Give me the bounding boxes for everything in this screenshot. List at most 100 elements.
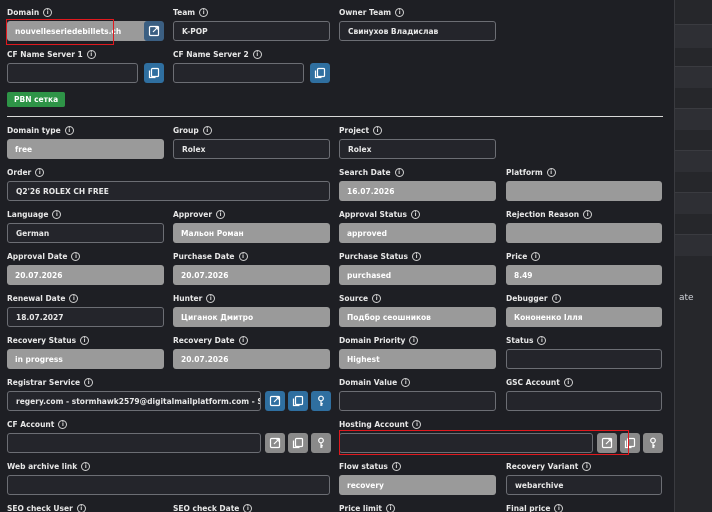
key-registrar-button[interactable] (311, 391, 331, 411)
info-icon[interactable]: i (35, 168, 45, 177)
debugger-field[interactable]: Кононенко Ілля (506, 307, 662, 327)
open-domain-button[interactable] (144, 21, 164, 41)
info-icon[interactable]: i (531, 252, 541, 261)
info-icon[interactable]: i (80, 336, 90, 345)
table-row[interactable] (675, 192, 712, 214)
info-icon[interactable]: i (81, 462, 91, 471)
hunter-field[interactable]: Циганок Дмитро (173, 307, 330, 327)
domain-label: Domain i (7, 8, 53, 17)
pbn-badge[interactable]: PBN сетка (7, 92, 66, 107)
project-field[interactable]: Rolex (339, 139, 496, 159)
info-icon[interactable]: i (391, 462, 401, 471)
key-hosting-button[interactable] (643, 433, 663, 453)
info-icon[interactable]: i (401, 378, 411, 387)
domain-value-field[interactable] (339, 391, 496, 411)
group-field[interactable]: Rolex (173, 139, 330, 159)
info-icon[interactable]: i (411, 252, 421, 261)
approval-date-label: Approval Date i (7, 252, 81, 261)
info-icon[interactable]: i (69, 294, 79, 303)
table-row[interactable] (675, 24, 712, 48)
table-row[interactable] (675, 234, 712, 256)
section-divider (7, 116, 663, 117)
info-icon[interactable]: i (199, 8, 209, 17)
info-icon[interactable]: i (202, 126, 212, 135)
purchase-status-field[interactable]: purchased (339, 265, 496, 285)
purchase-date-field[interactable]: 20.07.2026 (173, 265, 330, 285)
copy-ns2-button[interactable] (310, 63, 330, 83)
info-icon[interactable]: i (58, 420, 68, 429)
info-icon[interactable]: i (372, 294, 382, 303)
recovery-variant-label: Recovery Variant i (506, 462, 592, 471)
registrar-service-field[interactable]: regery.com - stormhawk2579@digitalmailpl… (7, 391, 261, 411)
background-table-panel: ate (674, 0, 712, 512)
info-icon[interactable]: i (86, 50, 96, 59)
status-label: Status i (506, 336, 547, 345)
info-icon[interactable]: i (373, 126, 383, 135)
recovery-variant-field[interactable]: webarchive (506, 475, 662, 495)
order-field[interactable]: Q2'26 ROLEX CH FREE (7, 181, 330, 201)
info-icon[interactable]: i (206, 294, 216, 303)
platform-label: Platform i (506, 168, 556, 177)
copy-cf-account-button[interactable] (288, 433, 308, 453)
team-field[interactable]: K-POP (173, 21, 330, 41)
status-field[interactable] (506, 349, 662, 369)
domain-priority-field[interactable]: Highest (339, 349, 496, 369)
open-cf-account-button[interactable] (265, 433, 285, 453)
info-icon[interactable]: i (64, 126, 74, 135)
info-icon[interactable]: i (546, 168, 556, 177)
open-registrar-button[interactable] (265, 391, 285, 411)
info-icon[interactable]: i (76, 504, 86, 512)
price-label: Price i (506, 252, 541, 261)
cf-ns1-field[interactable] (7, 63, 138, 83)
debugger-label: Debugger i (506, 294, 561, 303)
info-icon[interactable]: i (43, 8, 53, 17)
info-icon[interactable]: i (409, 336, 419, 345)
info-icon[interactable]: i (412, 420, 422, 429)
search-date-field[interactable]: 16.07.2026 (339, 181, 496, 201)
info-icon[interactable]: i (583, 210, 593, 219)
domain-type-field[interactable]: free (7, 139, 164, 159)
copy-registrar-button[interactable] (288, 391, 308, 411)
table-row[interactable] (675, 108, 712, 130)
recovery-date-label: Recovery Date i (173, 336, 248, 345)
info-icon[interactable]: i (238, 336, 248, 345)
info-icon[interactable]: i (243, 504, 253, 512)
info-icon[interactable]: i (216, 210, 226, 219)
table-row[interactable] (675, 150, 712, 172)
cf-ns2-field[interactable] (173, 63, 304, 83)
info-icon[interactable]: i (84, 378, 94, 387)
info-icon[interactable]: i (563, 378, 573, 387)
info-icon[interactable]: i (71, 252, 81, 261)
recovery-status-field[interactable]: in progress (7, 349, 164, 369)
source-field[interactable]: Подбор сеошников (339, 307, 496, 327)
info-icon[interactable]: i (537, 336, 547, 345)
key-cf-account-button[interactable] (311, 433, 331, 453)
info-icon[interactable]: i (554, 504, 564, 512)
platform-field[interactable] (506, 181, 662, 201)
owner-team-field[interactable]: Свинухов Владислав (339, 21, 496, 41)
info-icon[interactable]: i (386, 504, 396, 512)
approval-date-field[interactable]: 20.07.2026 (7, 265, 164, 285)
approver-field[interactable]: Мальон Роман (173, 223, 330, 243)
info-icon[interactable]: i (395, 8, 405, 17)
flow-status-field[interactable]: recovery (339, 475, 496, 495)
info-icon[interactable]: i (52, 210, 62, 219)
language-field[interactable]: German (7, 223, 164, 243)
info-icon[interactable]: i (238, 252, 248, 261)
rejection-reason-field[interactable] (506, 223, 662, 243)
price-field[interactable]: 8.49 (506, 265, 662, 285)
web-archive-link-field[interactable] (7, 475, 330, 495)
key-icon (650, 437, 656, 448)
cf-account-field[interactable] (7, 433, 261, 453)
renewal-date-field[interactable]: 18.07.2027 (7, 307, 164, 327)
info-icon[interactable]: i (582, 462, 592, 471)
info-icon[interactable]: i (410, 210, 420, 219)
recovery-date-field[interactable]: 20.07.2026 (173, 349, 330, 369)
info-icon[interactable]: i (551, 294, 561, 303)
info-icon[interactable]: i (252, 50, 262, 59)
copy-ns1-button[interactable] (144, 63, 164, 83)
table-row[interactable] (675, 66, 712, 88)
approval-status-field[interactable]: approved (339, 223, 496, 243)
info-icon[interactable]: i (394, 168, 404, 177)
gsc-account-field[interactable] (506, 391, 662, 411)
